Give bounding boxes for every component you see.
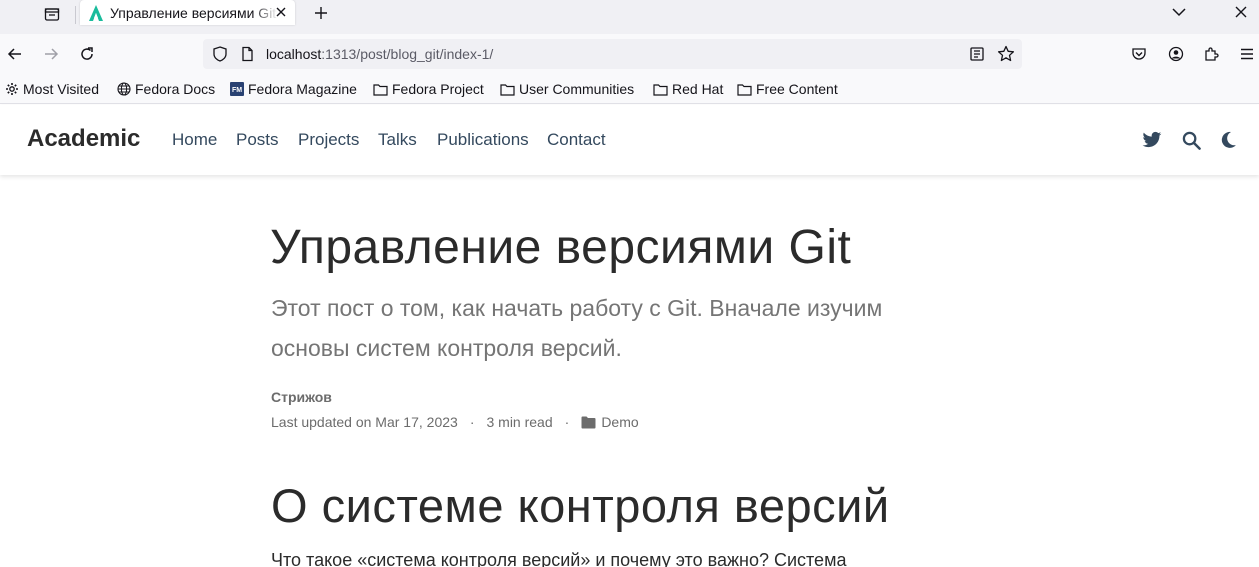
pocket-icon (1132, 48, 1146, 60)
tab-separator (75, 6, 76, 24)
bookmark-label: Most Visited (23, 81, 99, 97)
url-text[interactable]: localhost:1313/post/blog_git/index-1/ (266, 46, 493, 62)
bookmark-fedora-project[interactable]: Fedora Project (373, 80, 484, 98)
window-close-button[interactable] (1230, 2, 1252, 22)
folder-icon (373, 83, 388, 96)
site-brand[interactable]: Academic (27, 125, 140, 153)
list-all-tabs-button[interactable] (1168, 2, 1190, 22)
svg-text:FM: FM (232, 87, 242, 94)
folder-icon (500, 83, 515, 96)
bookmark-most-visited[interactable]: Most Visited (5, 80, 99, 98)
bookmark-fedora-docs[interactable]: Fedora Docs (117, 80, 215, 98)
reload-icon (81, 47, 93, 60)
nav-posts[interactable]: Posts (236, 130, 279, 150)
navigation-toolbar: localhost:1313/post/blog_git/index-1/ (0, 34, 1259, 74)
extensions-button[interactable] (1199, 42, 1223, 66)
meta-separator: · (469, 414, 475, 430)
tab-title: Управление версиями Git (110, 4, 277, 21)
reading-time: 3 min read (486, 414, 553, 430)
url-host: localhost (266, 46, 322, 62)
folder-icon (737, 83, 752, 96)
tab-close-icon[interactable] (273, 4, 289, 20)
puzzle-icon (1205, 47, 1219, 61)
url-path: :1313/post/blog_git/index-1/ (321, 46, 494, 62)
gear-icon (6, 83, 18, 95)
bookmark-user-communities[interactable]: User Communities (500, 80, 634, 98)
arrow-left-icon (7, 48, 21, 60)
new-tab-button[interactable] (310, 2, 332, 24)
moon-dark-mode-icon[interactable] (1217, 129, 1239, 151)
bookmark-label: Fedora Magazine (248, 81, 357, 97)
reader-view-icon[interactable] (969, 46, 985, 62)
twitter-icon[interactable] (1141, 129, 1163, 151)
shield-icon[interactable] (212, 46, 228, 62)
site-header: Academic Home Posts Projects Talks Publi… (0, 105, 1259, 175)
nav-home[interactable]: Home (172, 130, 217, 150)
nav-projects[interactable]: Projects (298, 130, 359, 150)
forward-button[interactable] (39, 42, 63, 66)
bookmark-label: Free Content (756, 81, 838, 97)
account-button[interactable] (1164, 42, 1188, 66)
tab-active[interactable]: Управление версиями Git (80, 0, 295, 25)
tab-strip: Управление версиями Git (0, 0, 1259, 34)
article-metadata: Last updated on Mar 17, 2023 · 3 min rea… (271, 414, 639, 430)
nav-talks[interactable]: Talks (378, 130, 417, 150)
bookmark-red-hat[interactable]: Red Hat (653, 80, 723, 98)
article-summary: Этот пост о том, как начать работу с Git… (271, 295, 883, 361)
bookmark-label: Fedora Docs (135, 81, 216, 97)
folder-icon (653, 83, 668, 96)
globe-icon (117, 82, 131, 96)
nav-publications[interactable]: Publications (437, 130, 529, 150)
meta-separator: · (564, 414, 570, 430)
menu-button[interactable] (1235, 42, 1259, 66)
account-icon (1168, 46, 1184, 62)
academic-favicon-icon (88, 4, 104, 21)
nav-contact[interactable]: Contact (547, 130, 606, 150)
reload-button[interactable] (75, 42, 99, 66)
category-link[interactable]: Demo (601, 414, 638, 430)
pocket-button[interactable] (1127, 42, 1151, 66)
chevron-down-icon (1172, 8, 1186, 17)
article-author[interactable]: Стрижов (271, 389, 332, 405)
hamburger-menu-icon (1241, 48, 1253, 60)
last-updated: Last updated on Mar 17, 2023 (271, 414, 458, 430)
plus-icon (315, 7, 327, 19)
bookmark-label: User Communities (519, 81, 635, 97)
bookmark-label: Red Hat (672, 81, 724, 97)
firefox-view-button[interactable] (38, 2, 66, 26)
bookmark-label: Fedora Project (392, 81, 484, 97)
bookmarks-toolbar: Most Visited Fedora Docs FM Fedora Magaz… (0, 74, 1259, 104)
url-bar[interactable]: localhost:1313/post/blog_git/index-1/ (203, 39, 1022, 69)
bookmark-free-content[interactable]: Free Content (737, 80, 838, 98)
page-info-icon[interactable] (239, 46, 255, 62)
article-paragraph: Что такое «система контроля версий» и по… (271, 550, 847, 567)
close-icon (1235, 6, 1247, 18)
bookmark-star-icon[interactable] (997, 45, 1015, 63)
section-heading: О системе контроля версий (271, 479, 890, 532)
article-title: Управление версиями Git (270, 221, 852, 274)
bookmark-fedora-magazine[interactable]: FM Fedora Magazine (230, 80, 357, 98)
firefox-view-icon (44, 8, 60, 21)
search-icon[interactable] (1180, 129, 1202, 151)
fedora-magazine-icon: FM (230, 82, 244, 96)
folder-icon (581, 416, 596, 428)
arrow-right-icon (45, 48, 59, 60)
back-button[interactable] (3, 42, 27, 66)
